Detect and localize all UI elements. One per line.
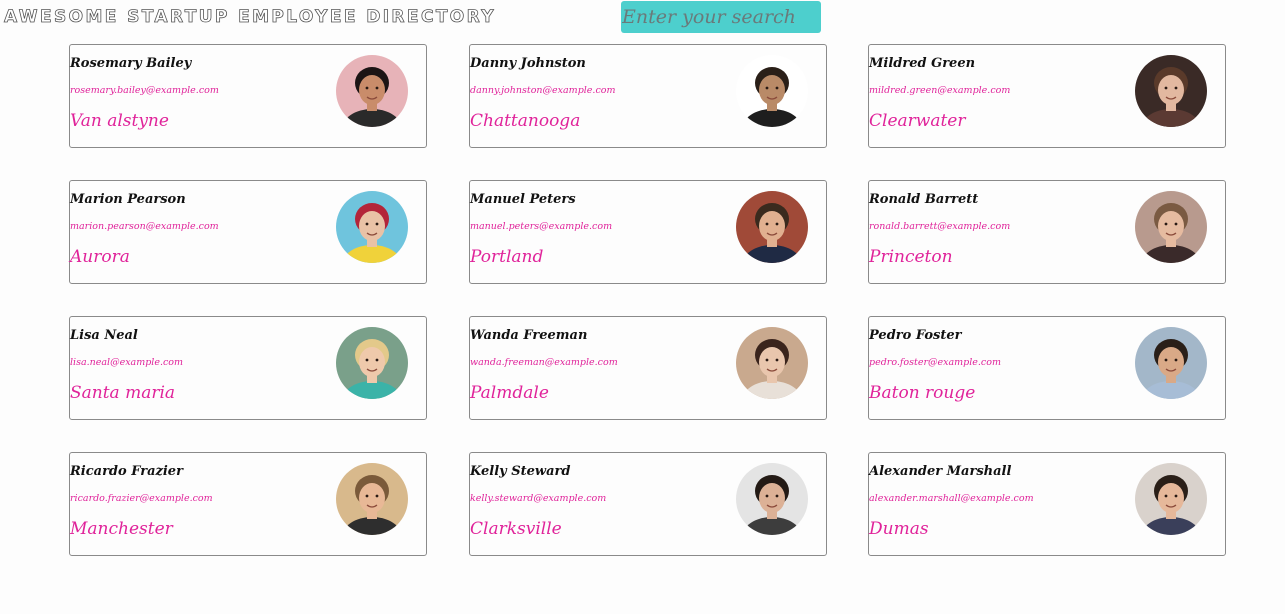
avatar xyxy=(736,55,808,127)
search-input[interactable] xyxy=(621,1,821,33)
avatar xyxy=(736,327,808,399)
avatar xyxy=(336,191,408,263)
employee-city: Palmdale xyxy=(470,383,549,403)
employee-card[interactable]: Marion Pearson marion.pearson@example.com… xyxy=(69,180,427,284)
employee-name: Danny Johnston xyxy=(470,56,586,71)
employee-email: rosemary.bailey@example.com xyxy=(70,85,219,96)
avatar xyxy=(1135,55,1207,127)
employee-card[interactable]: Ronald Barrett ronald.barrett@example.com… xyxy=(868,180,1226,284)
employee-city: Van alstyne xyxy=(70,111,169,131)
employee-city: Baton rouge xyxy=(869,383,976,403)
employee-email: kelly.steward@example.com xyxy=(470,493,607,504)
employee-card[interactable]: Danny Johnston danny.johnston@example.com… xyxy=(469,44,827,148)
employee-name: Manuel Peters xyxy=(470,192,576,207)
employee-email: marion.pearson@example.com xyxy=(70,221,219,232)
avatar xyxy=(1135,463,1207,535)
employee-email: pedro.foster@example.com xyxy=(869,357,1001,368)
avatar xyxy=(336,463,408,535)
employee-city: Chattanooga xyxy=(470,111,581,131)
employee-city: Aurora xyxy=(70,247,130,267)
employee-card[interactable]: Pedro Foster pedro.foster@example.com Bato… xyxy=(868,316,1226,420)
employee-card[interactable]: Rosemary Bailey rosemary.bailey@example.c… xyxy=(69,44,427,148)
employee-email: manuel.peters@example.com xyxy=(470,221,613,232)
employee-email: danny.johnston@example.com xyxy=(470,85,616,96)
avatar xyxy=(1135,327,1207,399)
employee-name: Alexander Marshall xyxy=(869,464,1012,479)
employee-name: Mildred Green xyxy=(869,56,976,71)
employee-card[interactable]: Ricardo Frazier ricardo.frazier@example.c… xyxy=(69,452,427,556)
employee-name: Kelly Steward xyxy=(470,464,571,479)
employee-name: Ricardo Frazier xyxy=(70,464,183,479)
employee-name: Lisa Neal xyxy=(70,328,138,343)
avatar xyxy=(336,55,408,127)
employee-email: ricardo.frazier@example.com xyxy=(70,493,213,504)
employee-card[interactable]: Lisa Neal lisa.neal@example.com Santa mari… xyxy=(69,316,427,420)
avatar xyxy=(1135,191,1207,263)
employee-name: Wanda Freeman xyxy=(470,328,588,343)
employee-email: alexander.marshall@example.com xyxy=(869,493,1034,504)
employee-city: Santa maria xyxy=(70,383,176,403)
employee-card[interactable]: Wanda Freeman wanda.freeman@example.com Pa… xyxy=(469,316,827,420)
employee-card[interactable]: Alexander Marshall alexander.marshall@exa… xyxy=(868,452,1226,556)
employee-email: mildred.green@example.com xyxy=(869,85,1011,96)
employee-city: Clarksville xyxy=(470,519,562,539)
employee-name: Pedro Foster xyxy=(869,328,962,343)
employee-card[interactable]: Manuel Peters manuel.peters@example.com Po… xyxy=(469,180,827,284)
employee-city: Princeton xyxy=(869,247,953,267)
employee-city: Dumas xyxy=(869,519,929,539)
employee-email: lisa.neal@example.com xyxy=(70,357,184,368)
employee-name: Ronald Barrett xyxy=(869,192,979,207)
avatar xyxy=(336,327,408,399)
employee-email: wanda.freeman@example.com xyxy=(470,357,618,368)
page-title: AWESOME STARTUP EMPLOYEE DIRECTORY xyxy=(4,7,496,28)
avatar xyxy=(736,191,808,263)
employee-city: Clearwater xyxy=(869,111,966,131)
employee-name: Rosemary Bailey xyxy=(70,56,192,71)
employee-card[interactable]: Kelly Steward kelly.steward@example.com Cl… xyxy=(469,452,827,556)
avatar xyxy=(736,463,808,535)
employee-card[interactable]: Mildred Green mildred.green@example.com Cl… xyxy=(868,44,1226,148)
employee-name: Marion Pearson xyxy=(70,192,186,207)
employee-city: Manchester xyxy=(70,519,173,539)
employee-city: Portland xyxy=(470,247,544,267)
employee-email: ronald.barrett@example.com xyxy=(869,221,1011,232)
